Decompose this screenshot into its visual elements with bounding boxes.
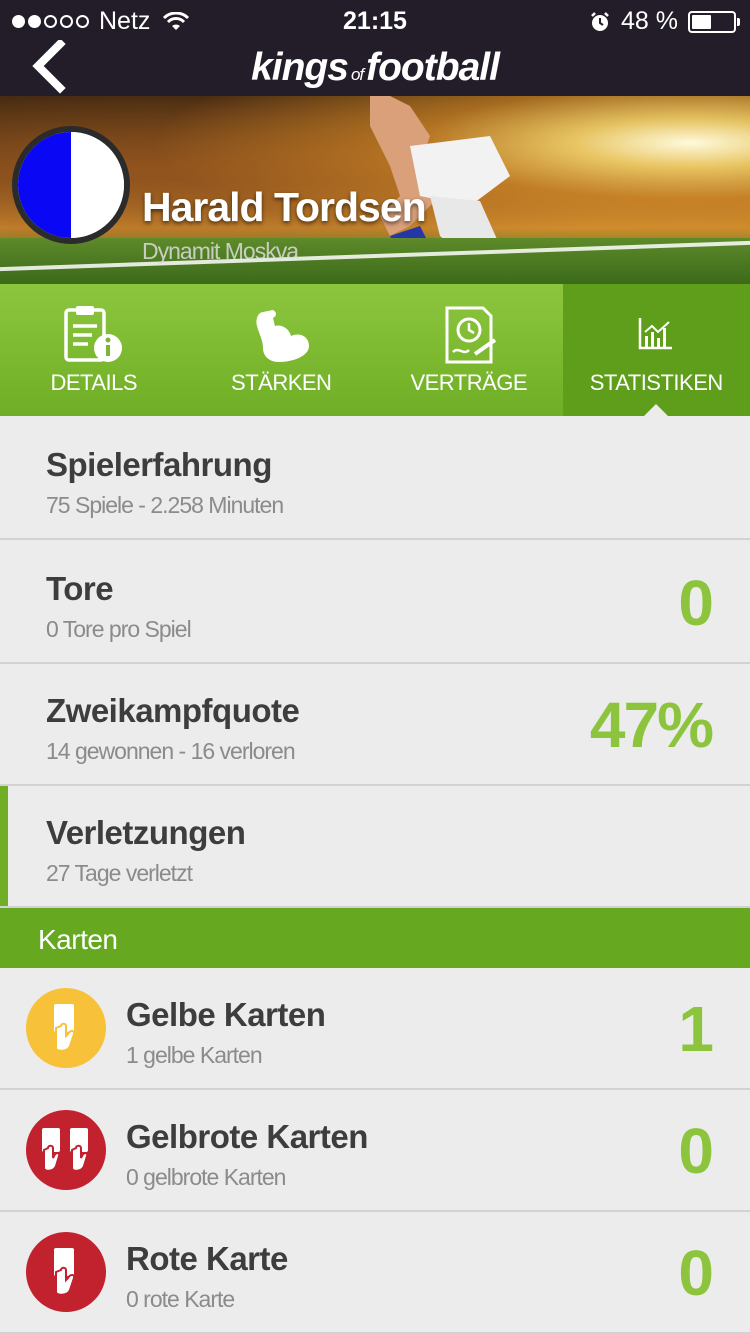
status-bar: Netz 21:15 48 %: [0, 0, 750, 40]
battery-percent: 48 %: [621, 7, 678, 35]
card-row-red: Rote Karte 0 rote Karte 0: [0, 1212, 750, 1334]
status-right: 48 %: [589, 7, 740, 36]
red-cards-title: Rote Karte: [126, 1240, 288, 1277]
tab-statistics-label: STATISTIKEN: [589, 370, 724, 395]
stat-row-injuries[interactable]: Verletzungen 27 Tage verletzt: [0, 786, 750, 908]
club-color-right: [71, 132, 124, 238]
battery-icon: [688, 10, 740, 33]
injuries-title: Verletzungen: [46, 814, 246, 851]
club-logo-avatar: [12, 126, 130, 244]
tab-statistics[interactable]: STATISTIKEN: [562, 284, 750, 416]
goals-value: 0: [678, 567, 714, 639]
tab-bar: DETAILS STÄRKEN VERTRÄGE STATISTIKEN: [0, 284, 750, 416]
player-name: Harald Tordsen: [142, 184, 427, 230]
battery-level: [692, 14, 712, 29]
yellow-red-cards-title: Gelbrote Karten: [126, 1118, 368, 1155]
injuries-subtitle: 27 Tage verletzt: [46, 860, 193, 886]
stat-row-duels: Zweikampfquote 14 gewonnen - 16 verloren…: [0, 664, 750, 786]
club-name: Dynamit Moskva: [142, 238, 299, 264]
yellow-cards-title: Gelbe Karten: [126, 996, 326, 1033]
yellow-red-card-icon: [26, 1110, 106, 1190]
experience-title: Spielerfahrung: [46, 446, 272, 483]
details-info-icon: [64, 306, 122, 362]
club-color-left: [18, 132, 71, 238]
experience-subtitle: 75 Spiele - 2.258 Minuten: [46, 492, 284, 518]
red-cards-value: 0: [678, 1237, 714, 1309]
yellow-cards-value: 1: [678, 993, 714, 1065]
yellow-red-cards-value: 0: [678, 1115, 714, 1187]
stat-row-experience: Spielerfahrung 75 Spiele - 2.258 Minuten: [0, 418, 750, 540]
yellow-card-icon: [26, 988, 106, 1068]
tab-contracts[interactable]: VERTRÄGE: [375, 284, 563, 416]
tab-details[interactable]: DETAILS: [0, 284, 188, 416]
cards-section-header: Karten: [0, 908, 750, 968]
flexed-arm-icon: [256, 310, 310, 362]
active-tab-indicator: [644, 404, 669, 416]
yellow-red-cards-subtitle: 0 gelbrote Karten: [126, 1164, 286, 1190]
app-logo: kings offootball: [0, 46, 750, 90]
red-card-icon: [26, 1232, 106, 1312]
duels-title: Zweikampfquote: [46, 692, 300, 729]
contract-icon: [445, 306, 496, 364]
goals-title: Tore: [46, 570, 114, 607]
tab-strengths-label: STÄRKEN: [231, 370, 332, 395]
red-cards-subtitle: 0 rote Karte: [126, 1286, 235, 1312]
card-row-yellow: Gelbe Karten 1 gelbe Karten 1: [0, 968, 750, 1090]
alarm-icon: [591, 11, 609, 31]
duels-value: 47%: [589, 689, 714, 761]
navigation-bar: kings offootball: [0, 40, 750, 96]
stat-row-goals: Tore 0 Tore pro Spiel 0: [0, 542, 750, 664]
yellow-cards-subtitle: 1 gelbe Karten: [126, 1042, 263, 1068]
goals-subtitle: 0 Tore pro Spiel: [46, 616, 192, 642]
duels-subtitle: 14 gewonnen - 16 verloren: [46, 738, 296, 764]
chart-icon: [639, 318, 673, 350]
logo-kings: kings: [251, 46, 349, 89]
tab-details-label: DETAILS: [50, 370, 138, 395]
logo-of: of: [350, 65, 364, 84]
tab-strengths[interactable]: STÄRKEN: [188, 284, 376, 416]
logo-football: football: [366, 46, 500, 89]
card-row-yellow-red: Gelbrote Karten 0 gelbrote Karten 0: [0, 1090, 750, 1212]
tab-contracts-label: VERTRÄGE: [410, 370, 528, 395]
